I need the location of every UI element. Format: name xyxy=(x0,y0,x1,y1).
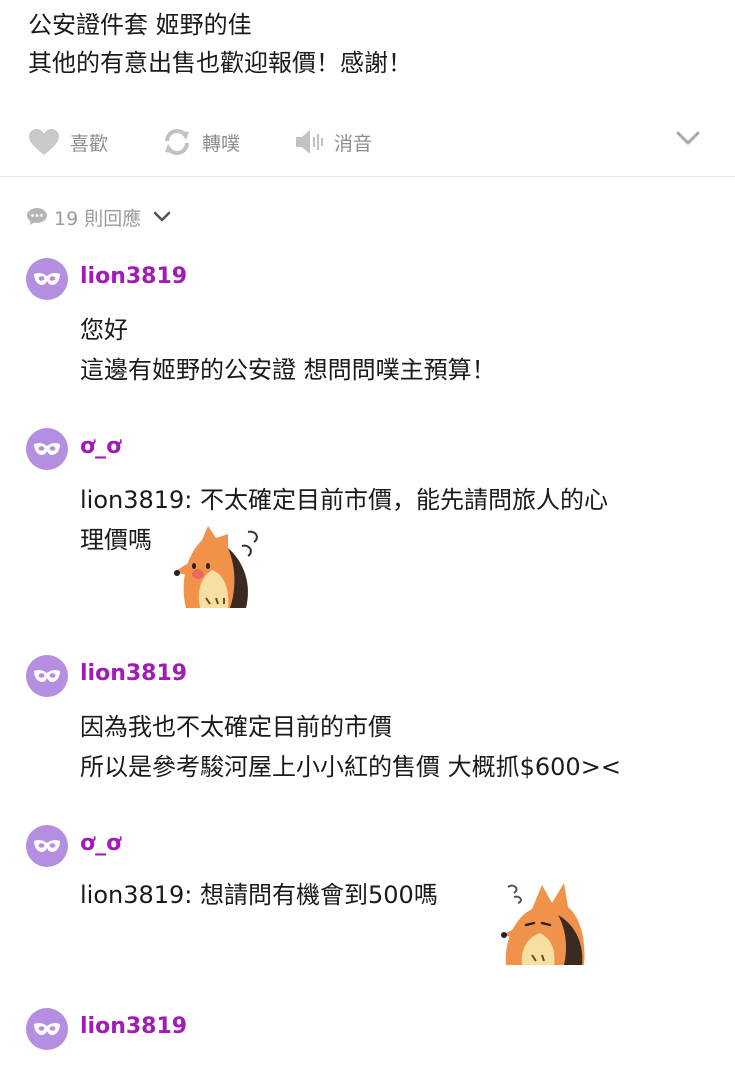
reply-count-label: 19 則回應 xyxy=(54,208,142,230)
replurk-icon xyxy=(162,128,192,156)
mask-icon xyxy=(34,669,60,682)
comment-item: lion3819 您好 這邊有姬野的公安證 想問問噗主預算！ xyxy=(26,258,726,398)
chevron-down-icon xyxy=(153,208,171,227)
like-button[interactable]: 喜歡 xyxy=(28,122,108,162)
comment-line: 因為我也不太確定目前的市價 xyxy=(80,713,392,741)
comment-line: lion3819: 想請問有機會到500嗎 xyxy=(80,881,438,909)
username-link[interactable]: lion3819 xyxy=(80,1014,187,1039)
username-link[interactable]: ơ_ơ xyxy=(80,434,121,459)
mask-icon xyxy=(34,1022,60,1035)
action-bar: 喜歡 轉噗 消音 xyxy=(28,122,708,162)
comment-item: ơ_ơ lion3819: 想請問有機會到500嗎 xyxy=(26,825,726,975)
mask-icon xyxy=(34,272,60,285)
avatar[interactable] xyxy=(26,428,68,470)
comment-item: lion3819 因為我也不太確定目前的市價 所以是參考駿河屋上小小紅的售價 大… xyxy=(26,655,726,805)
chevron-down-icon[interactable] xyxy=(676,130,700,150)
like-label: 喜歡 xyxy=(70,132,109,155)
comment-line: 這邊有姬野的公安證 想問問噗主預算！ xyxy=(80,356,496,384)
heart-icon xyxy=(28,128,60,156)
fox-sweating-sticker xyxy=(172,522,262,618)
mute-label: 消音 xyxy=(334,132,373,155)
post-line: 公安證件套 姬野的佳 xyxy=(28,11,252,39)
comment-line: 您好 xyxy=(80,316,128,344)
divider xyxy=(0,176,735,177)
username-link[interactable]: lion3819 xyxy=(80,264,187,289)
comment-body: lion3819: 想請問有機會到500嗎 xyxy=(80,875,438,915)
replurk-button[interactable]: 轉噗 xyxy=(162,122,240,162)
fox-tired-sticker xyxy=(498,877,590,973)
speech-bubble-icon xyxy=(26,206,48,230)
comment-body: 您好 這邊有姬野的公安證 想問問噗主預算！ xyxy=(80,310,496,390)
comment-line: 理價嗎 xyxy=(80,526,152,554)
comment-body: 因為我也不太確定目前的市價 所以是參考駿河屋上小小紅的售價 大概抓$600>< xyxy=(80,707,621,787)
reply-count-toggle[interactable]: 19 則回應 xyxy=(26,204,171,231)
comment-body: lion3819: 不太確定目前市價，能先請問旅人的心 理價嗎 xyxy=(80,480,608,560)
replurk-label: 轉噗 xyxy=(202,132,241,155)
comment-line: lion3819: 不太確定目前市價，能先請問旅人的心 xyxy=(80,486,609,514)
comment-item: ơ_ơ lion3819: 不太確定目前市價，能先請問旅人的心 理價嗎 xyxy=(26,428,726,628)
comment-line: 所以是參考駿河屋上小小紅的售價 大概抓$600>< xyxy=(80,753,621,781)
mask-icon xyxy=(34,442,60,455)
mask-icon xyxy=(34,839,60,852)
mute-button[interactable]: 消音 xyxy=(294,122,372,162)
avatar[interactable] xyxy=(26,258,68,300)
post-content: 公安證件套 姬野的佳 其他的有意出售也歡迎報價！感謝！ xyxy=(28,6,412,82)
avatar[interactable] xyxy=(26,655,68,697)
comment-item: lion3819 xyxy=(26,1008,726,1068)
speaker-mute-icon xyxy=(294,128,324,156)
username-link[interactable]: ơ_ơ xyxy=(80,831,121,856)
username-link[interactable]: lion3819 xyxy=(80,661,187,686)
post-line: 其他的有意出售也歡迎報價！感謝！ xyxy=(28,49,412,77)
avatar[interactable] xyxy=(26,825,68,867)
avatar[interactable] xyxy=(26,1008,68,1050)
